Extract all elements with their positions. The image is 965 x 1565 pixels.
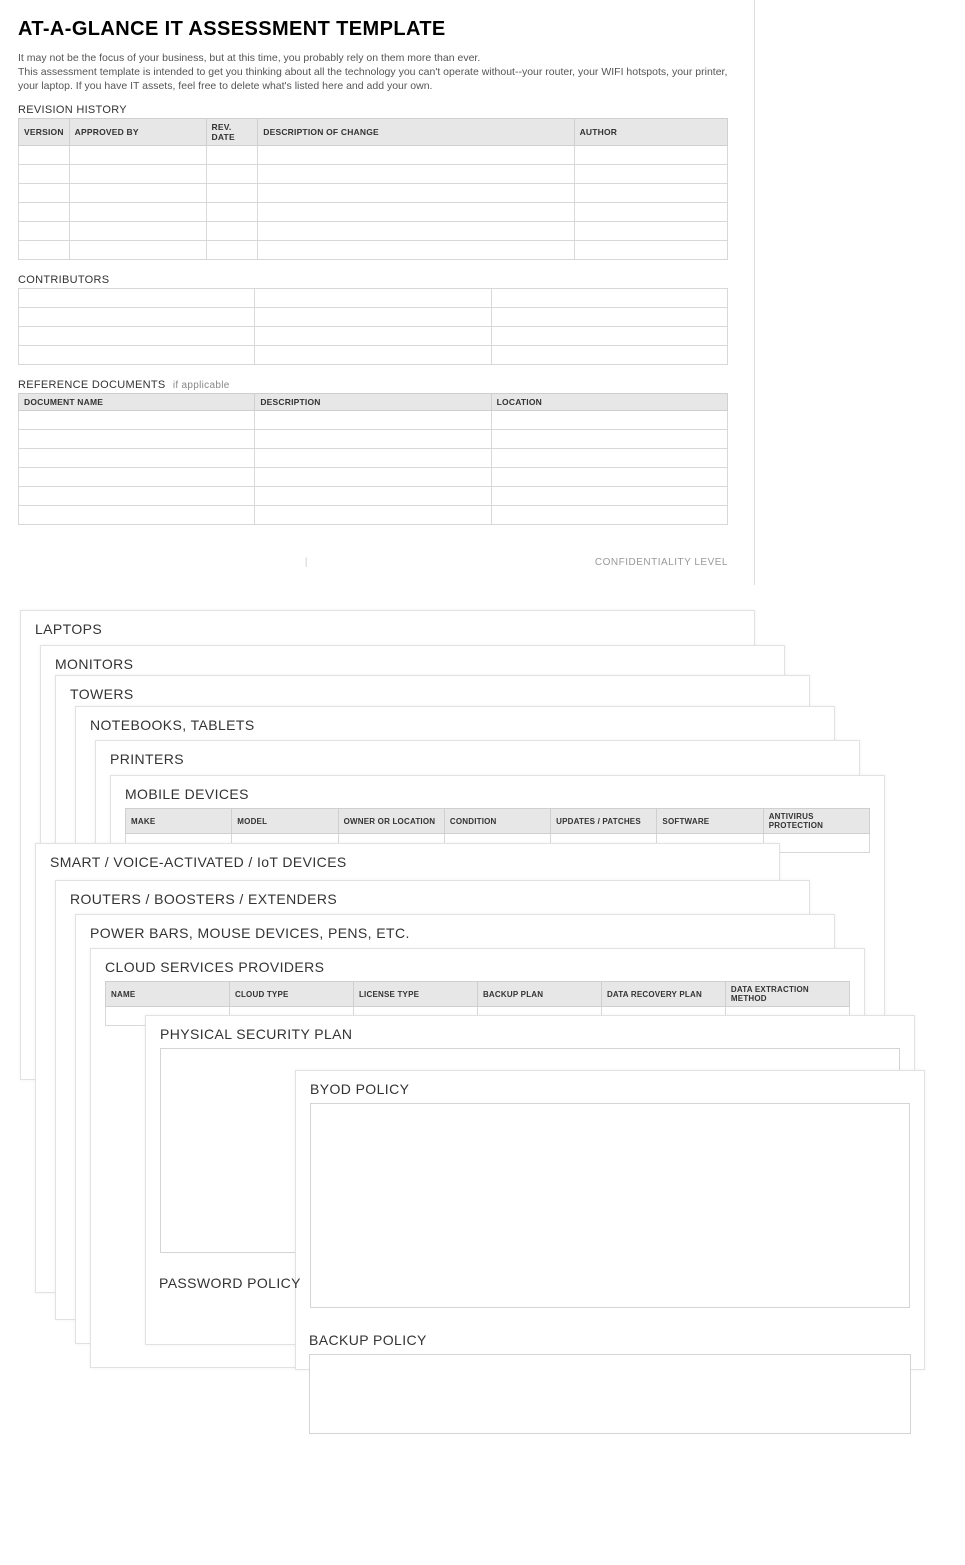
table-row — [19, 326, 728, 345]
mobile-col-antivirus: ANTIVIRUS PROTECTION — [763, 809, 869, 834]
sheet-routers-title: ROUTERS / BOOSTERS / EXTENDERS — [70, 891, 795, 907]
refdocs-sublabel: if applicable — [173, 380, 230, 391]
rev-col-desc: DESCRIPTION OF CHANGE — [258, 118, 574, 145]
sheet-cloud-title: CLOUD SERVICES PROVIDERS — [105, 959, 850, 975]
stacked-sheets: LAPTOPS MONITORS TOWERS NOTEBOOKS, TABLE… — [0, 600, 965, 1565]
rev-col-date: REV. DATE — [206, 118, 258, 145]
sheet-printers-title: PRINTERS — [110, 751, 845, 767]
sheet-byod-title: BYOD POLICY — [310, 1081, 910, 1097]
table-row — [19, 145, 728, 164]
rev-col-author: AUTHOR — [574, 118, 727, 145]
sheet-notebooks-title: NOTEBOOKS, TABLETS — [90, 717, 820, 733]
sheet-smart-title: SMART / VOICE-ACTIVATED / IoT DEVICES — [50, 854, 765, 870]
page-one-footer: | CONFIDENTIALITY LEVEL — [18, 557, 728, 568]
mobile-col-owner: OWNER OR LOCATION — [338, 809, 444, 834]
reference-documents-label: REFERENCE DOCUMENTS if applicable — [18, 379, 736, 391]
cloud-col-extract: DATA EXTRACTION METHOD — [725, 982, 849, 1007]
intro-line-1: It may not be the focus of your business… — [18, 52, 480, 64]
footer-center: | — [18, 557, 595, 568]
table-row — [19, 240, 728, 259]
refdoc-col-desc: DESCRIPTION — [255, 393, 491, 410]
sheet-laptops-title: LAPTOPS — [35, 621, 740, 637]
backup-box — [309, 1354, 911, 1434]
intro-text: It may not be the focus of your business… — [18, 51, 736, 94]
cloud-col-type: CLOUD TYPE — [229, 982, 353, 1007]
table-row — [19, 345, 728, 364]
table-row — [19, 307, 728, 326]
refdoc-col-name: DOCUMENT NAME — [19, 393, 255, 410]
sheet-password-title: PASSWORD POLICY — [159, 1275, 901, 1291]
refdoc-col-loc: LOCATION — [491, 393, 727, 410]
sheet-towers-title: TOWERS — [70, 686, 795, 702]
mobile-col-updates: UPDATES / PATCHES — [551, 809, 657, 834]
page-one: AT-A-GLANCE IT ASSESSMENT TEMPLATE It ma… — [0, 0, 755, 585]
table-row — [19, 410, 728, 429]
reference-documents-table: DOCUMENT NAME DESCRIPTION LOCATION — [18, 393, 728, 525]
intro-line-2: This assessment template is intended to … — [18, 66, 727, 92]
cloud-col-license: LICENSE TYPE — [353, 982, 477, 1007]
table-row — [19, 221, 728, 240]
table-row — [19, 486, 728, 505]
sheet-mobile-title: MOBILE DEVICES — [125, 786, 870, 802]
contributors-table — [18, 288, 728, 365]
mobile-col-model: MODEL — [232, 809, 338, 834]
rev-col-approved: APPROVED BY — [69, 118, 206, 145]
sheet-backup-title: BACKUP POLICY — [309, 1332, 911, 1348]
sheet-power-title: POWER BARS, MOUSE DEVICES, PENS, ETC. — [90, 925, 820, 941]
page-title: AT-A-GLANCE IT ASSESSMENT TEMPLATE — [18, 18, 736, 41]
revision-history-label: REVISION HISTORY — [18, 104, 736, 116]
table-row — [19, 202, 728, 221]
table-row — [19, 183, 728, 202]
table-row — [19, 288, 728, 307]
revision-history-table: VERSION APPROVED BY REV. DATE DESCRIPTIO… — [18, 118, 728, 260]
table-row — [19, 467, 728, 486]
rev-col-version: VERSION — [19, 118, 70, 145]
mobile-col-condition: CONDITION — [444, 809, 550, 834]
cloud-col-recovery: DATA RECOVERY PLAN — [601, 982, 725, 1007]
cloud-col-name: NAME — [106, 982, 230, 1007]
table-row — [19, 164, 728, 183]
cloud-col-backup: BACKUP PLAN — [477, 982, 601, 1007]
sheet-monitors-title: MONITORS — [55, 656, 770, 672]
table-row — [19, 429, 728, 448]
refdocs-label-text: REFERENCE DOCUMENTS — [18, 379, 166, 391]
mobile-col-software: SOFTWARE — [657, 809, 763, 834]
footer-confidentiality: CONFIDENTIALITY LEVEL — [595, 557, 728, 568]
mobile-col-make: MAKE — [126, 809, 232, 834]
table-row — [19, 448, 728, 467]
sheet-physical-title: PHYSICAL SECURITY PLAN — [160, 1026, 900, 1042]
contributors-label: CONTRIBUTORS — [18, 274, 736, 286]
table-row — [19, 505, 728, 524]
sheet-backup: BACKUP POLICY — [295, 1322, 925, 1562]
